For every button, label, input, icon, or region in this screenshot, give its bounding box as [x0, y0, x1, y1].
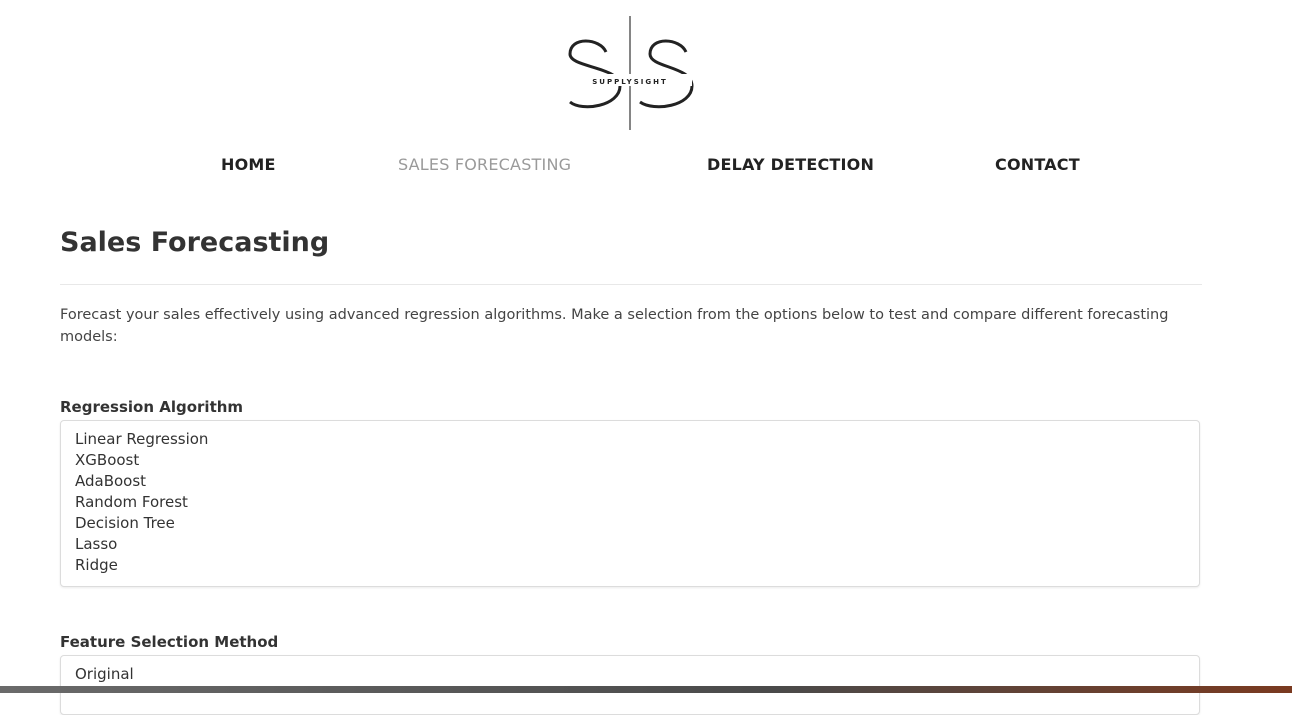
- algorithm-option[interactable]: Lasso: [75, 534, 1185, 555]
- feature-option[interactable]: Original: [75, 664, 1185, 685]
- algorithm-option[interactable]: Random Forest: [75, 492, 1185, 513]
- regression-algorithm-select[interactable]: Linear Regression XGBoost AdaBoost Rando…: [60, 420, 1200, 587]
- algorithm-option[interactable]: AdaBoost: [75, 471, 1185, 492]
- algorithm-option[interactable]: Decision Tree: [75, 513, 1185, 534]
- logo-monogram-graphic: [568, 16, 694, 130]
- window-bottom-edge: [0, 686, 1292, 693]
- page-title: Sales Forecasting: [60, 227, 330, 258]
- nav-delay-detection[interactable]: DELAY DETECTION: [707, 155, 874, 174]
- regression-algorithm-label: Regression Algorithm: [60, 398, 244, 416]
- nav-sales-forecasting[interactable]: SALES FORECASTING: [398, 155, 571, 174]
- nav-home[interactable]: HOME: [221, 155, 276, 174]
- supplysight-logo[interactable]: SUPPLYSIGHT: [560, 14, 700, 132]
- algorithm-option[interactable]: XGBoost: [75, 450, 1185, 471]
- algorithm-option[interactable]: Linear Regression: [75, 429, 1185, 450]
- feature-selection-label: Feature Selection Method: [60, 633, 279, 651]
- algorithm-option[interactable]: Ridge: [75, 555, 1185, 576]
- nav-contact[interactable]: CONTACT: [995, 155, 1080, 174]
- intro-paragraph: Forecast your sales effectively using ad…: [60, 307, 1169, 345]
- logo-brand-text: SUPPLYSIGHT: [592, 78, 668, 86]
- main-navigation: HOME SALES FORECASTING DELAY DETECTION C…: [0, 155, 1292, 177]
- title-divider: [60, 284, 1202, 285]
- feature-selection-select[interactable]: Original: [60, 655, 1200, 715]
